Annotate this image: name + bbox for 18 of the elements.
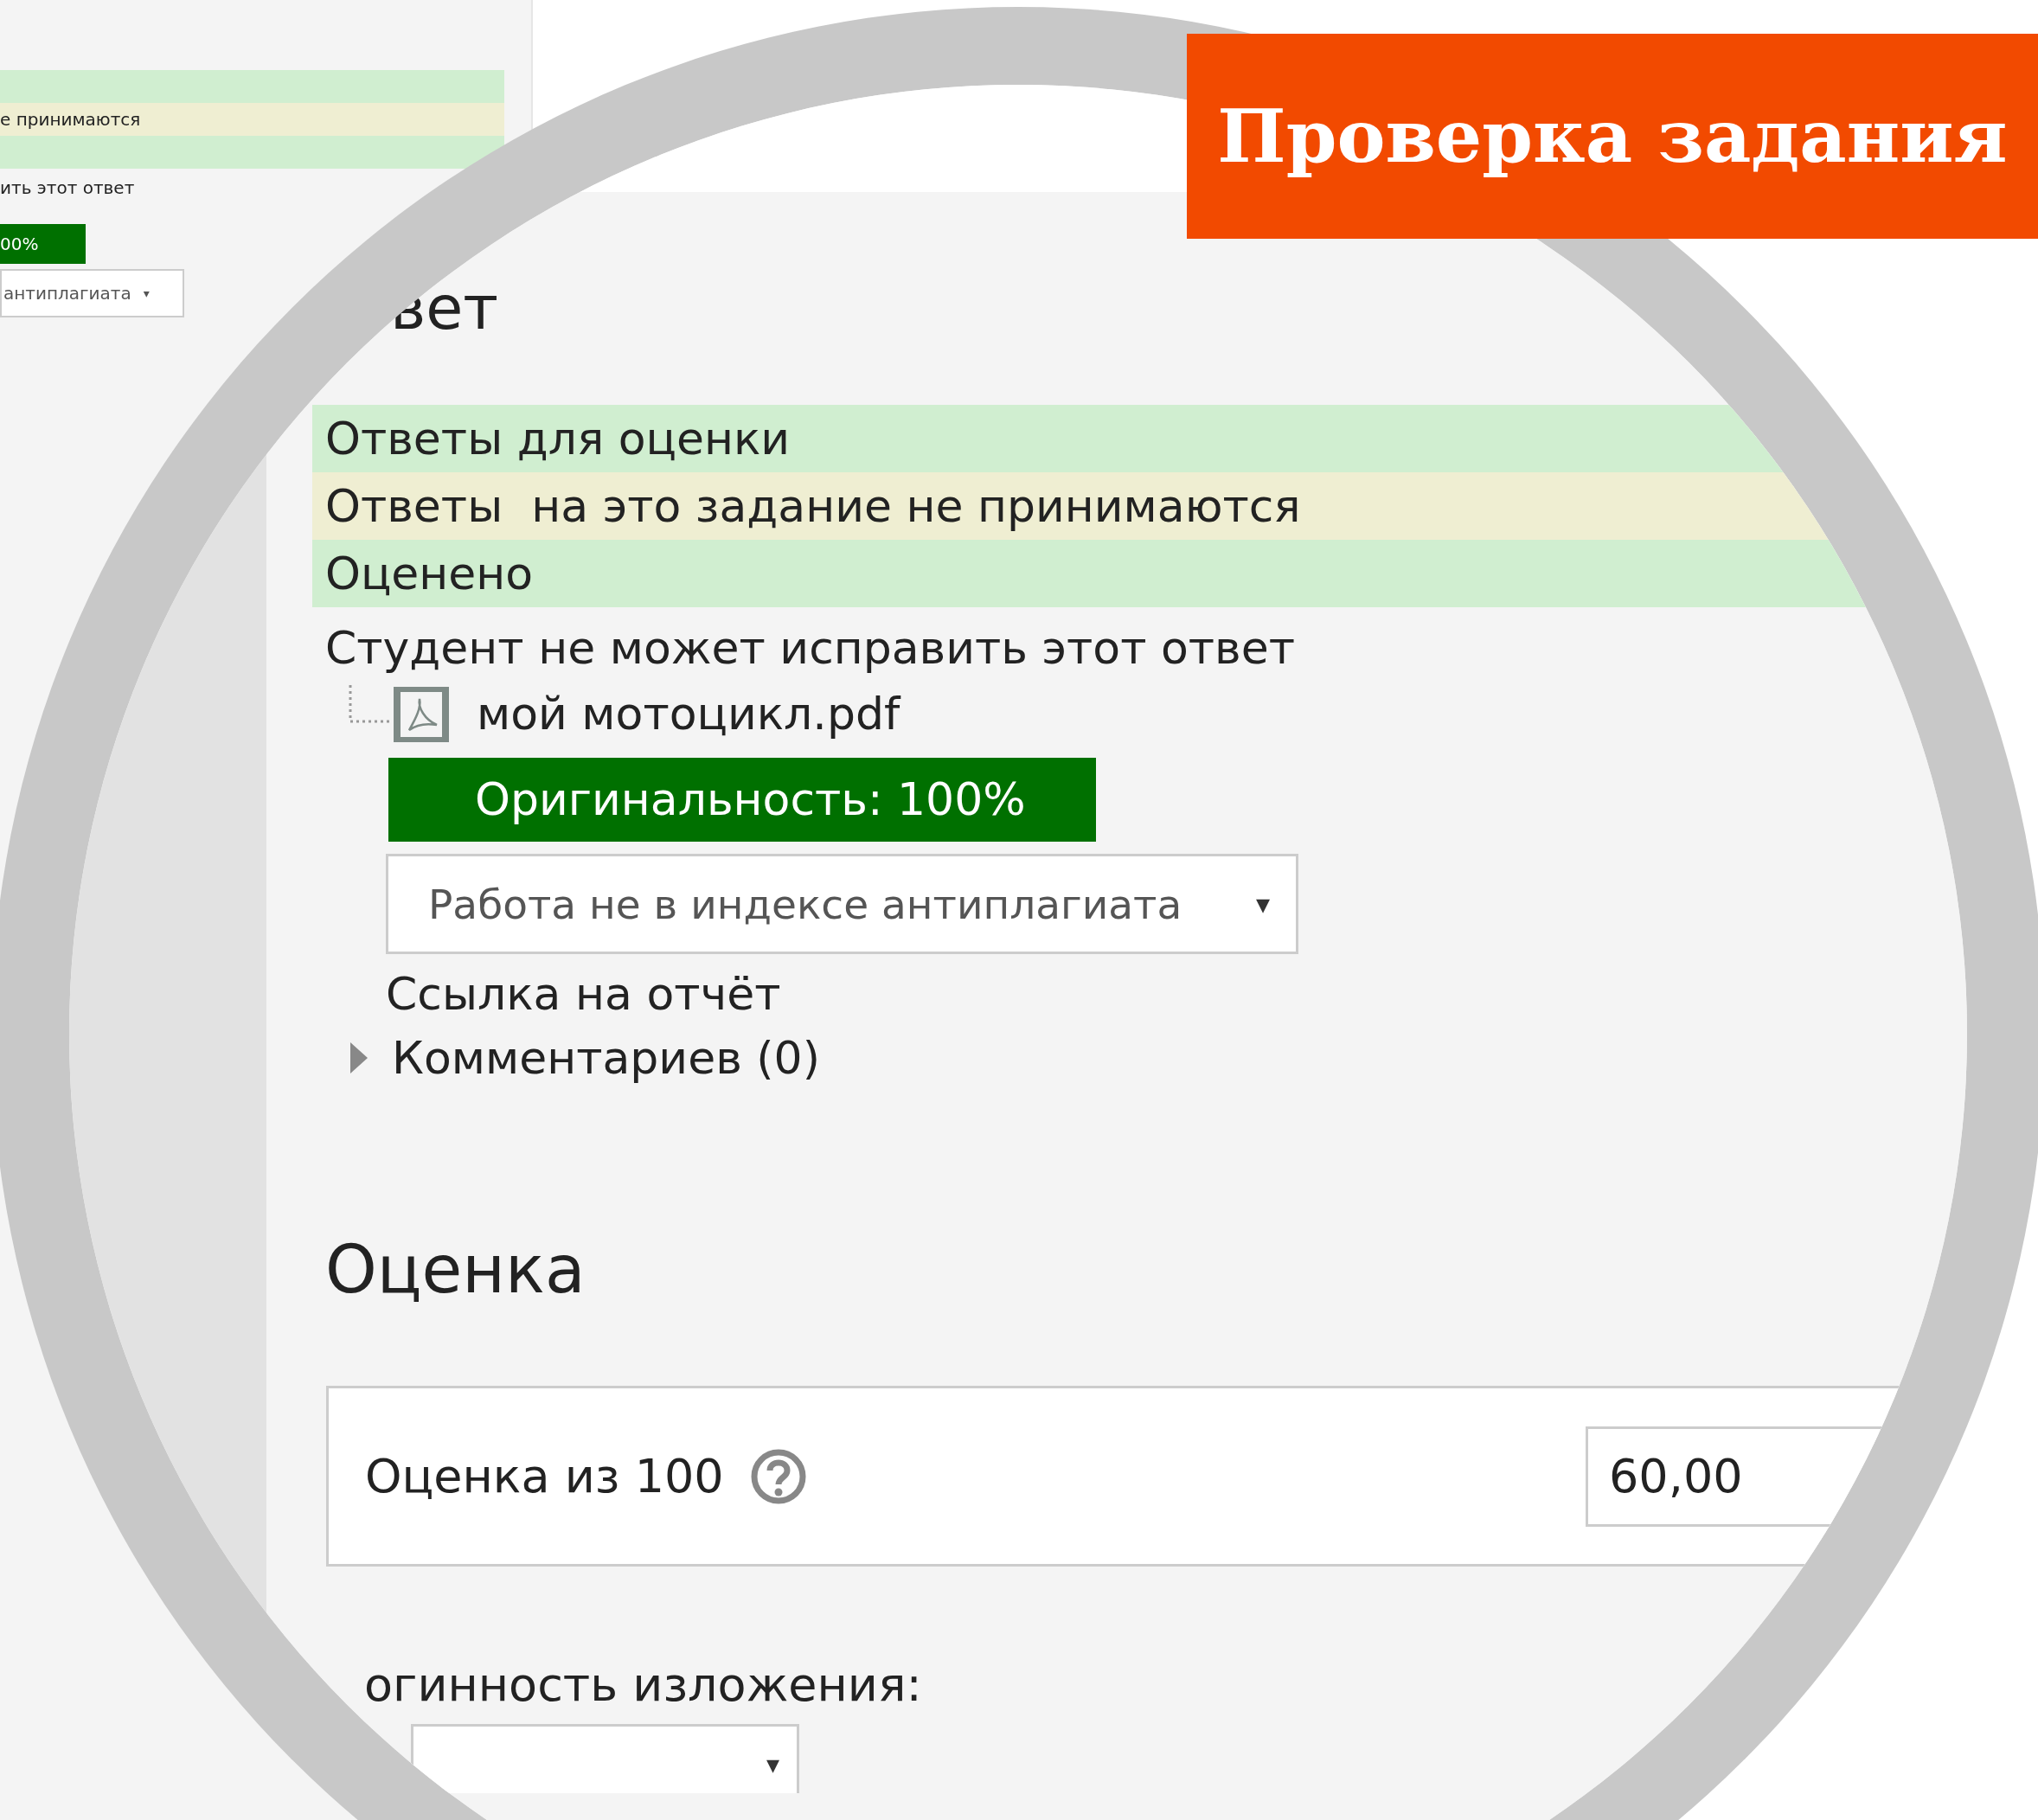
pdf-file-icon xyxy=(347,683,451,744)
originality-bar: 00% xyxy=(0,224,86,264)
file-link[interactable]: мой мотоцикл.pdf xyxy=(477,688,900,740)
index-select[interactable]: Работа не в индексе антиплагиата ▾ xyxy=(386,854,1298,954)
criterion-select[interactable]: ▾ xyxy=(411,1724,799,1793)
criterion-label: огинность изложения: xyxy=(364,1657,923,1712)
expand-icon[interactable] xyxy=(349,1041,369,1075)
originality-bar: Оригинальность: 100% xyxy=(388,758,1096,842)
status-text: ить этот ответ xyxy=(0,177,135,198)
index-select[interactable]: антиплагиата ▾ xyxy=(0,269,184,317)
comments-toggle[interactable]: Комментариев (0) xyxy=(392,1032,820,1084)
report-link[interactable]: Ссылка на отчёт xyxy=(386,968,781,1020)
status-text: Студент не может исправить этот ответ xyxy=(325,621,1297,676)
banner-title: Проверка задания xyxy=(1187,34,2038,239)
status-row: е принимаются xyxy=(0,103,504,136)
section-title: Оценка xyxy=(325,1231,586,1308)
help-icon[interactable] xyxy=(749,1447,807,1505)
grade-label: Оценка из 100 xyxy=(365,1449,724,1503)
